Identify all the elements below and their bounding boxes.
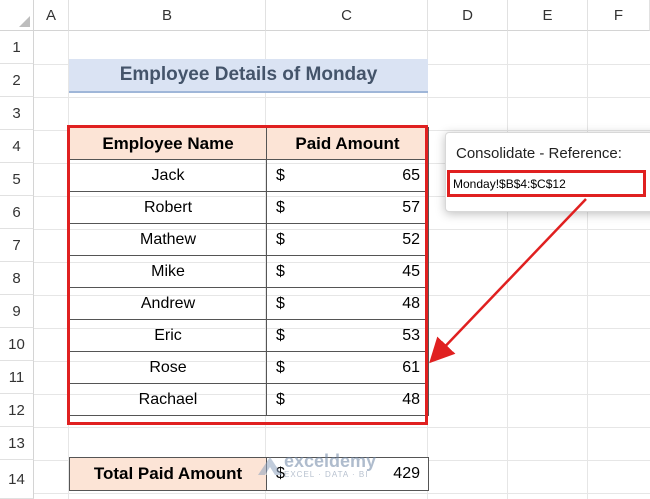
employee-name-cell[interactable]: Andrew xyxy=(69,287,267,320)
row-header-2[interactable]: 2 xyxy=(0,64,34,97)
employee-name-cell[interactable]: Robert xyxy=(69,191,267,224)
row-header-1[interactable]: 1 xyxy=(0,31,34,64)
currency-symbol: $ xyxy=(276,326,285,344)
paid-amount-cell[interactable]: $53 xyxy=(266,319,429,352)
amount-value: 48 xyxy=(402,390,420,408)
currency-symbol: $ xyxy=(276,390,285,408)
column-header-e[interactable]: E xyxy=(508,0,588,31)
row-header-11[interactable]: 11 xyxy=(0,361,34,394)
paid-amount-cell[interactable]: $57 xyxy=(266,191,429,224)
employee-name-header[interactable]: Employee Name xyxy=(69,127,267,160)
currency-symbol: $ xyxy=(276,465,285,482)
table-row: Mike $45 xyxy=(69,255,429,288)
currency-symbol: $ xyxy=(276,294,285,312)
table-header-row: Employee Name Paid Amount xyxy=(69,127,429,160)
paid-amount-cell[interactable]: $48 xyxy=(266,383,429,416)
row-header-10[interactable]: 10 xyxy=(0,328,34,361)
paid-amount-cell[interactable]: $48 xyxy=(266,287,429,320)
paid-amount-cell[interactable]: $45 xyxy=(266,255,429,288)
employee-table: Employee Name Paid Amount Jack $65 Rober… xyxy=(69,127,429,416)
employee-name-cell[interactable]: Mathew xyxy=(69,223,267,256)
employee-name-cell[interactable]: Rose xyxy=(69,351,267,384)
column-header-c[interactable]: C xyxy=(266,0,428,31)
currency-symbol: $ xyxy=(276,166,285,184)
amount-value: 52 xyxy=(402,230,420,248)
row-header-12[interactable]: 12 xyxy=(0,394,34,427)
amount-value: 48 xyxy=(402,294,420,312)
amount-value: 45 xyxy=(402,262,420,280)
sheet-title[interactable]: Employee Details of Monday xyxy=(69,59,428,93)
reference-input[interactable]: Monday!$B$4:$C$12 xyxy=(447,170,646,197)
table-row: Rose $61 xyxy=(69,351,429,384)
total-value-cell[interactable]: $429 xyxy=(266,457,429,491)
column-header-b[interactable]: B xyxy=(69,0,266,31)
amount-value: 61 xyxy=(402,358,420,376)
row-header-9[interactable]: 9 xyxy=(0,295,34,328)
employee-name-cell[interactable]: Jack xyxy=(69,159,267,192)
amount-value: 65 xyxy=(402,166,420,184)
employee-name-cell[interactable]: Eric xyxy=(69,319,267,352)
table-row: Rachael $48 xyxy=(69,383,429,416)
paid-amount-header[interactable]: Paid Amount xyxy=(266,127,429,160)
row-header-13[interactable]: 13 xyxy=(0,427,34,460)
paid-amount-cell[interactable]: $65 xyxy=(266,159,429,192)
column-header-a[interactable]: A xyxy=(34,0,69,31)
column-header-d[interactable]: D xyxy=(428,0,508,31)
amount-value: 53 xyxy=(402,326,420,344)
row-header-7[interactable]: 7 xyxy=(0,229,34,262)
table-row: Mathew $52 xyxy=(69,223,429,256)
currency-symbol: $ xyxy=(276,198,285,216)
currency-symbol: $ xyxy=(276,358,285,376)
row-header-14[interactable]: 14 xyxy=(0,460,34,499)
total-label-cell[interactable]: Total Paid Amount xyxy=(69,457,267,491)
table-row: Eric $53 xyxy=(69,319,429,352)
select-all-corner[interactable] xyxy=(0,0,34,31)
table-row: Robert $57 xyxy=(69,191,429,224)
employee-name-cell[interactable]: Rachael xyxy=(69,383,267,416)
column-header-f[interactable]: F xyxy=(588,0,650,31)
row-header-8[interactable]: 8 xyxy=(0,262,34,295)
dialog-label: Consolidate - Reference: xyxy=(456,145,622,162)
currency-symbol: $ xyxy=(276,262,285,280)
table-row: Jack $65 xyxy=(69,159,429,192)
row-header-4[interactable]: 4 xyxy=(0,130,34,163)
total-value: 429 xyxy=(393,465,420,482)
table-row: Andrew $48 xyxy=(69,287,429,320)
total-row: Total Paid Amount $429 xyxy=(69,457,429,491)
currency-symbol: $ xyxy=(276,230,285,248)
paid-amount-cell[interactable]: $52 xyxy=(266,223,429,256)
paid-amount-cell[interactable]: $61 xyxy=(266,351,429,384)
row-header-3[interactable]: 3 xyxy=(0,97,34,130)
row-header-5[interactable]: 5 xyxy=(0,163,34,196)
amount-value: 57 xyxy=(402,198,420,216)
employee-name-cell[interactable]: Mike xyxy=(69,255,267,288)
row-header-6[interactable]: 6 xyxy=(0,196,34,229)
